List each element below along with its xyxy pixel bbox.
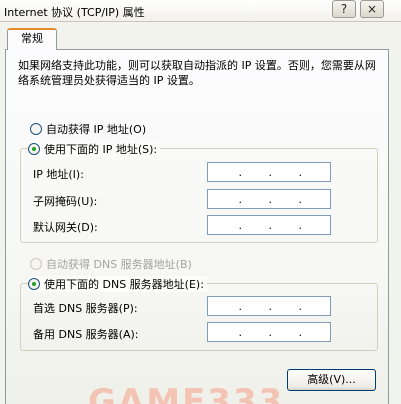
manual-dns-radio[interactable]: 使用下面的 DNS 服务器地址(E): [28, 276, 207, 292]
manual-dns-label: 使用下面的 DNS 服务器地址(E): [44, 278, 204, 291]
preferred-dns-input[interactable]: ... [207, 296, 331, 316]
manual-ip-label: 使用下面的 IP 地址(S): [44, 143, 158, 156]
title-bar: Internet 协议 (TCP/IP) 属性 ? × [0, 0, 401, 22]
tab-general[interactable]: 常规 [7, 28, 57, 50]
auto-dns-radio[interactable]: 自动获得 DNS 服务器地址(B) [30, 256, 192, 272]
radio-checked-icon [28, 143, 40, 155]
advanced-button[interactable]: 高级(V)... [287, 369, 376, 391]
auto-ip-radio[interactable]: 自动获得 IP 地址(O) [30, 121, 146, 137]
description-text: 如果网络支持此功能，则可以获取自动指派的 IP 设置。否则，您需要从网络系统管理… [18, 59, 376, 87]
help-button[interactable]: ? [332, 0, 356, 18]
close-button[interactable]: × [360, 0, 384, 18]
alternate-dns-input[interactable]: ... [207, 322, 331, 342]
alternate-dns-label: 备用 DNS 服务器(A): [33, 328, 139, 341]
radio-checked-icon [28, 278, 40, 290]
subnet-mask-input[interactable]: ... [207, 189, 331, 209]
radio-unchecked-icon [30, 123, 42, 135]
radio-disabled-icon [30, 258, 42, 270]
preferred-dns-label: 首选 DNS 服务器(P): [33, 302, 138, 315]
watermark-logo: GAME333 [88, 382, 285, 404]
auto-dns-label: 自动获得 DNS 服务器地址(B) [46, 258, 192, 271]
subnet-mask-label: 子网掩码(U): [33, 195, 98, 208]
default-gateway-label: 默认网关(D): [33, 221, 98, 234]
manual-ip-radio[interactable]: 使用下面的 IP 地址(S): [28, 141, 161, 157]
window-title: Internet 协议 (TCP/IP) 属性 [4, 6, 145, 19]
ip-address-label: IP 地址(I): [33, 168, 84, 181]
ip-address-input[interactable]: ... [207, 162, 331, 182]
auto-ip-label: 自动获得 IP 地址(O) [46, 123, 147, 136]
default-gateway-input[interactable]: ... [207, 215, 331, 235]
